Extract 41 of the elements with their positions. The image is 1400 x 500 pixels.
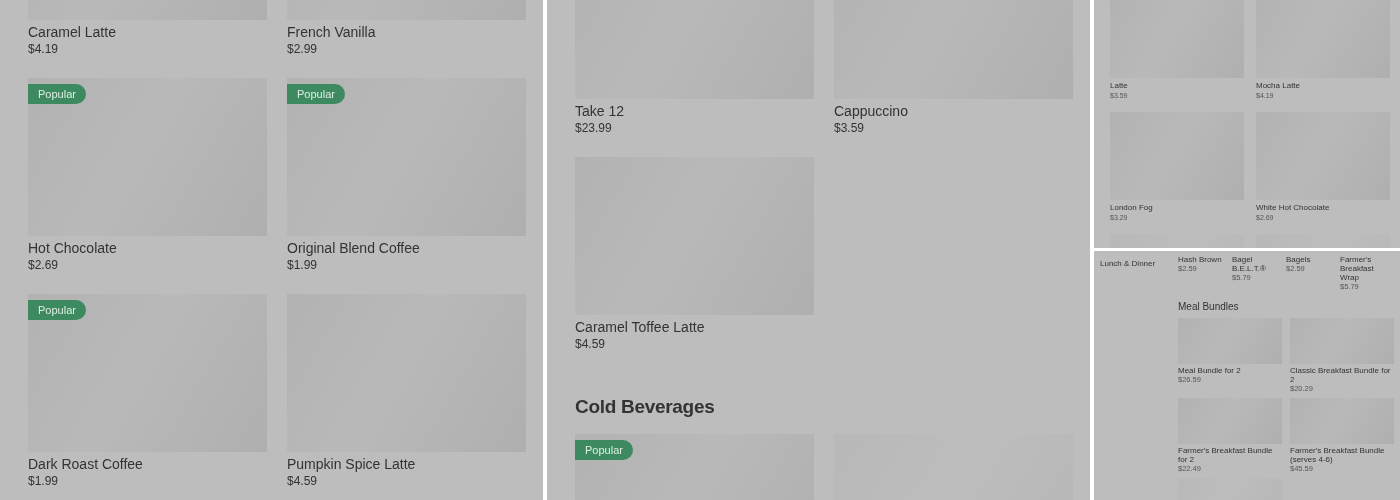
item-name[interactable]: Caramel Latte [28, 23, 267, 41]
item-name[interactable]: Caramel Toffee Latte [575, 318, 814, 336]
item-price: $3.59 [834, 120, 866, 136]
image-placeholder[interactable]: Popular [28, 294, 267, 452]
item-name[interactable]: French Vanilla [287, 23, 526, 41]
item-name[interactable]: Dark Roast Coffee [28, 455, 267, 473]
item-name[interactable]: Hash Brown [1178, 255, 1232, 264]
item-name[interactable]: White Hot Chocolate [1256, 203, 1390, 213]
image-placeholder[interactable]: Popular [575, 434, 814, 500]
section-heading: Cold Beverages [575, 395, 716, 419]
popular-badge: Popular [28, 300, 86, 320]
item-price: $2.69 [28, 257, 60, 273]
item-price: $4.59 [575, 336, 607, 352]
item-price: $4.19 [28, 41, 60, 57]
item-name[interactable]: Mocha Latte [1256, 81, 1390, 91]
item-name[interactable]: Farmer's Breakfast Wrap [1340, 255, 1394, 282]
item-price: $2.99 [287, 41, 319, 57]
item-name[interactable]: Classic Breakfast Bundle for 2 [1290, 366, 1394, 384]
item-name[interactable]: Original Blend Coffee [287, 239, 526, 257]
popular-badge: Popular [28, 84, 86, 104]
item-name[interactable]: Bagel B.E.L.T.® [1232, 255, 1286, 273]
section-heading: Meal Bundles [1178, 301, 1240, 313]
item-price: $1.99 [28, 473, 60, 489]
item-price: $1.99 [287, 257, 319, 273]
item-name[interactable]: Bagels [1286, 255, 1340, 264]
item-name[interactable]: Latte [1110, 81, 1244, 91]
popular-badge: Popular [287, 84, 345, 104]
image-placeholder[interactable]: Popular [287, 78, 526, 236]
image-placeholder[interactable]: Popular [28, 78, 267, 236]
item-name[interactable]: Farmer's Breakfast Bundle (serves 4-6) [1290, 446, 1394, 464]
item-name[interactable]: Pumpkin Spice Latte [287, 455, 526, 473]
item-price: $4.59 [287, 473, 319, 489]
item-name[interactable]: Hot Chocolate [28, 239, 267, 257]
item-price: $23.99 [575, 120, 613, 136]
category-link[interactable]: Lunch & Dinner [1100, 259, 1178, 269]
item-name[interactable]: London Fog [1110, 203, 1244, 213]
item-name[interactable]: Take 12 [575, 102, 814, 120]
item-name[interactable]: Cappuccino [834, 102, 1073, 120]
item-name[interactable]: Meal Bundle for 2 [1178, 366, 1282, 375]
popular-badge: Popular [575, 440, 633, 460]
item-name[interactable]: Farmer's Breakfast Bundle for 2 [1178, 446, 1282, 464]
